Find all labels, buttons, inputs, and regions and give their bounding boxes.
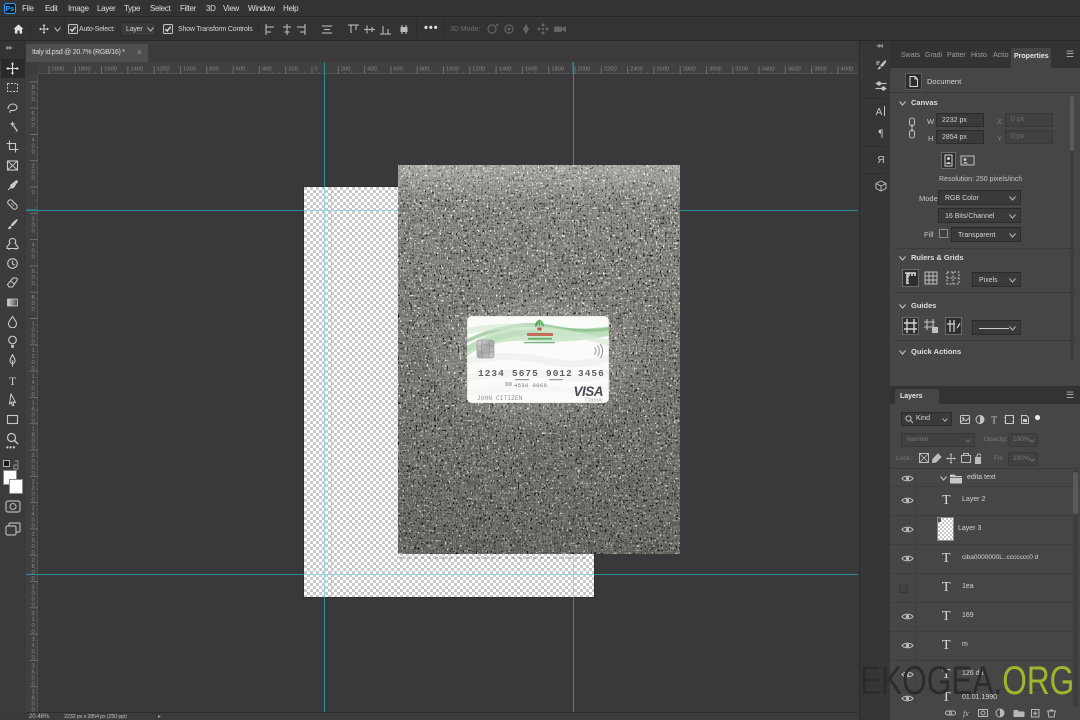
svg-text:1234: 1234 [478,368,505,379]
svg-text:3456: 3456 [578,368,605,379]
svg-text:1200: 1200 [32,348,35,372]
svg-text:3800: 3800 [32,690,35,712]
svg-text:Classic: Classic [585,398,603,404]
svg-text:2800: 2800 [32,558,35,582]
svg-text:800: 800 [32,295,35,313]
svg-text:3600: 3600 [32,663,35,687]
svg-text:800: 800 [209,67,219,73]
svg-text:2000: 2000 [52,67,65,73]
svg-text:0: 0 [315,67,318,73]
svg-text:1000: 1000 [32,322,35,346]
svg-text:3000: 3000 [32,585,35,609]
svg-text:600: 600 [236,67,246,73]
svg-text:1200: 1200 [157,67,170,73]
svg-text:3200: 3200 [735,67,748,73]
svg-text:A: A [876,107,883,117]
svg-text:600: 600 [32,111,35,129]
svg-text:¶: ¶ [879,128,884,139]
svg-text:2600: 2600 [32,532,35,556]
svg-text:Ps: Ps [6,6,15,13]
svg-text:1200: 1200 [472,67,485,73]
svg-text:200: 200 [341,67,351,73]
svg-text:1000: 1000 [446,67,459,73]
svg-text:200: 200 [288,67,298,73]
svg-text:800: 800 [32,85,35,103]
svg-text:400: 400 [262,67,272,73]
svg-text:3200: 3200 [32,611,35,635]
svg-text:400: 400 [367,67,377,73]
svg-text:2000: 2000 [32,453,35,477]
svg-text:200: 200 [32,164,35,182]
svg-text:800: 800 [420,67,430,73]
svg-text:Я: Я [877,155,884,165]
svg-text:200: 200 [32,216,35,234]
svg-text:5675: 5675 [512,368,539,379]
svg-text:3000: 3000 [709,67,722,73]
svg-text:600: 600 [393,67,403,73]
svg-text:2000: 2000 [578,67,591,73]
svg-text:0: 0 [32,190,35,196]
svg-text:2200: 2200 [604,67,617,73]
svg-text:fx: fx [963,709,969,718]
svg-text:4530 0060: 4530 0060 [514,382,547,389]
svg-text:1400: 1400 [499,67,512,73]
svg-text:3400: 3400 [762,67,775,73]
svg-text:600: 600 [32,269,35,287]
svg-text:T: T [9,374,17,387]
svg-text:1800: 1800 [78,67,91,73]
svg-text:2200: 2200 [32,479,35,503]
svg-text:9012: 9012 [546,368,573,379]
svg-text:1800: 1800 [32,427,35,451]
svg-text:1600: 1600 [525,67,538,73]
svg-text:JOHN CITIZEN: JOHN CITIZEN [477,395,523,402]
svg-text:4000: 4000 [841,67,854,73]
svg-text:1600: 1600 [32,400,35,424]
